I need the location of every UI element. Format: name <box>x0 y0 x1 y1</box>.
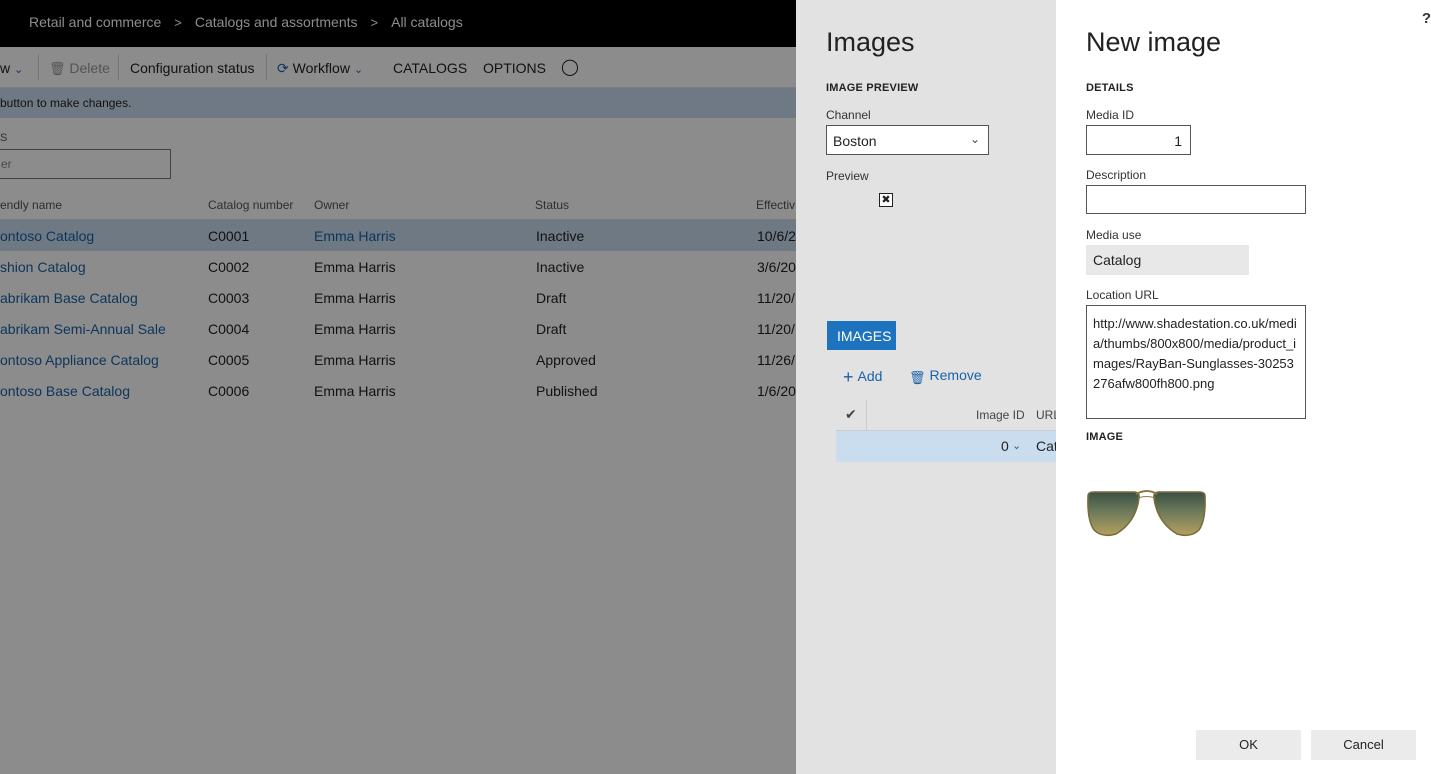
images-panel: Images IMAGE PREVIEW Channel Boston ⌄ Pr… <box>796 0 1056 774</box>
chevron-down-icon: ⌄ <box>969 132 980 146</box>
channel-select[interactable]: Boston ⌄ <box>826 125 989 155</box>
column-header-image-id[interactable]: Image ID <box>976 408 1025 422</box>
add-button[interactable]: + Add <box>843 367 882 388</box>
column-header-url[interactable]: URL <box>1036 408 1056 422</box>
url-value: Cat <box>1036 438 1056 454</box>
cancel-button[interactable]: Cancel <box>1311 730 1416 760</box>
media-id-field[interactable]: 1 <box>1086 125 1191 155</box>
ok-button[interactable]: OK <box>1196 730 1301 760</box>
panel-title: New image <box>1086 27 1222 57</box>
location-url-label: Location URL <box>1086 288 1159 302</box>
checkmark-icon[interactable]: ✔ <box>845 406 857 423</box>
help-icon[interactable]: ? <box>1422 10 1431 27</box>
image-preview-section-header: IMAGE PREVIEW <box>826 82 919 94</box>
broken-image-icon: ✖ <box>879 193 893 207</box>
remove-button[interactable]: 🗑 Remove <box>909 367 982 386</box>
trash-icon: 🗑 <box>909 370 926 385</box>
channel-label: Channel <box>826 108 871 122</box>
media-id-label: Media ID <box>1086 108 1135 122</box>
chevron-down-icon[interactable]: ⌄ <box>1012 439 1021 452</box>
preview-label: Preview <box>826 169 869 183</box>
media-use-label: Media use <box>1086 228 1142 242</box>
description-label: Description <box>1086 168 1147 182</box>
description-field[interactable] <box>1086 185 1306 214</box>
new-image-panel: ? New image DETAILS Media ID 1 Descripti… <box>1056 0 1431 774</box>
details-section-header: DETAILS <box>1086 82 1134 94</box>
tab-images[interactable]: IMAGES <box>827 321 896 350</box>
sunglasses-image <box>1087 490 1206 537</box>
plus-icon: + <box>843 367 854 387</box>
image-section-header: IMAGE <box>1086 431 1124 443</box>
images-grid-header: ✔ Image ID URL <box>836 400 1056 462</box>
image-id-value[interactable]: 0 <box>1001 438 1009 454</box>
panel-title: Images <box>826 27 915 57</box>
media-use-field: Catalog <box>1086 245 1249 275</box>
table-row[interactable]: 0 ⌄ Cat <box>836 431 1056 462</box>
location-url-field[interactable]: http://www.shadestation.co.uk/media/thum… <box>1086 305 1306 419</box>
